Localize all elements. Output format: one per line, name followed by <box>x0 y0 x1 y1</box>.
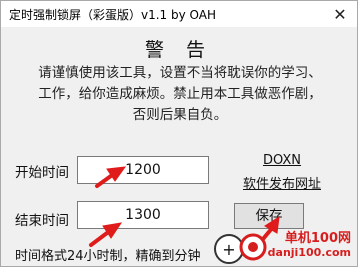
watermark-logo-icon: + <box>214 233 267 264</box>
doxn-link[interactable]: DOXN <box>237 153 327 168</box>
warning-heading: 警 告 <box>144 39 214 61</box>
save-button[interactable]: 保存 <box>234 203 304 229</box>
end-time-input[interactable]: 1300 <box>77 201 209 229</box>
close-button[interactable]: ✕ <box>323 1 357 27</box>
app-window: 定时强制锁屏（彩蛋版）v1.1 by OAH ✕ 警 告 请谨慎使用该工具，设置… <box>0 0 358 267</box>
warning-line-3: 否则后果自负。 <box>132 107 228 123</box>
watermark-text: 单机100网 <box>284 231 351 246</box>
start-time-input[interactable]: 1200 <box>77 156 209 184</box>
release-site-link[interactable]: 软件发布网址 <box>229 173 335 192</box>
warning-line-1: 请谨慎使用该工具，设置不当将耽误你的学习、 <box>38 65 322 81</box>
time-format-hint: 时间格式24小时制，精确到分钟 <box>15 249 201 264</box>
warning-text: 请谨慎使用该工具，设置不当将耽误你的学习、 工作，给你造成麻烦。禁止用本工具做恶… <box>15 63 345 126</box>
start-time-label: 开始时间 <box>15 165 69 181</box>
warning-line-2: 工作，给你造成麻烦。禁止用本工具做恶作剧， <box>38 86 322 102</box>
window-title: 定时强制锁屏（彩蛋版）v1.1 by OAH <box>9 8 217 22</box>
watermark-url: danji100.com <box>267 246 351 259</box>
svg-text:+: + <box>222 240 235 259</box>
end-time-label: 结束时间 <box>15 213 69 229</box>
title-bar: 定时强制锁屏（彩蛋版）v1.1 by OAH ✕ <box>1 1 357 27</box>
